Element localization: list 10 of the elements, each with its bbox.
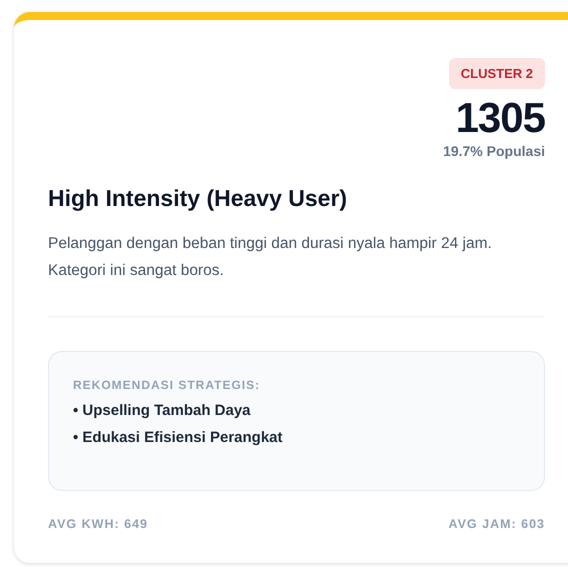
avg-hours-label: AVG JAM: 603 — [448, 517, 545, 531]
recommendation-item: • Upselling Tambah Daya — [73, 402, 252, 419]
cluster-badge: CLUSTER 2 — [448, 58, 545, 89]
recommendation-heading: REKOMENDASI STRATEGIS: — [73, 378, 262, 392]
avg-kwh-label: AVG KWH: 649 — [48, 517, 148, 531]
recommendation-item: • Edukasi Efisiensi Perangkat — [73, 429, 284, 446]
population-share: 19.7% Populasi — [443, 143, 545, 159]
cluster-title: High Intensity (Heavy User) — [48, 185, 348, 212]
cluster-description: Pelanggan dengan beban tinggi dan durasi nyala hampir 24 jam. Kategori ini sangat boros. — [48, 234, 493, 281]
customer-count: 1305 — [456, 95, 545, 141]
